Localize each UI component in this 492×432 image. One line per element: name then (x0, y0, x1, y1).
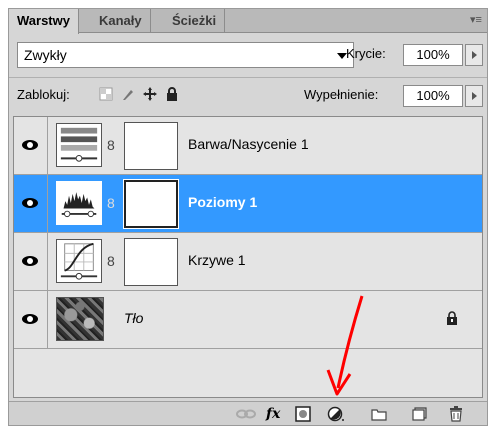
lock-position-move-icon[interactable] (143, 87, 157, 101)
fill-slider-button[interactable] (465, 85, 483, 107)
eye-icon (22, 256, 38, 266)
add-mask-icon[interactable] (295, 406, 311, 422)
layers-panel: Warstwy Kanały Ścieżki ▾≡ Zwykły Krycie:… (8, 8, 488, 426)
new-adjustment-layer-icon[interactable] (327, 406, 345, 422)
layer-row-selected[interactable]: 8 Poziomy 1 (14, 175, 482, 233)
visibility-toggle[interactable] (14, 175, 48, 232)
new-layer-icon[interactable] (411, 406, 427, 422)
layers-list: 8 Barwa/Nasycenie 1 8 Poziomy 1 8 Krzywe… (13, 116, 483, 398)
hue-saturation-icon (56, 123, 102, 167)
opacity-field[interactable]: 100% (403, 44, 463, 66)
eye-icon (22, 198, 38, 208)
fill-label: Wypełnienie: (304, 87, 379, 102)
link-icon[interactable] (235, 406, 257, 422)
background-thumbnail (56, 297, 104, 341)
blend-mode-select[interactable]: Zwykły (17, 42, 354, 68)
trash-icon[interactable] (449, 406, 463, 422)
curves-icon (56, 239, 102, 283)
layer-name[interactable]: Krzywe 1 (188, 252, 246, 268)
lock-pixels-brush-icon[interactable] (121, 87, 135, 101)
opacity-slider-button[interactable] (465, 44, 483, 66)
blend-mode-value: Zwykły (24, 47, 67, 63)
tab-warstwy[interactable]: Warstwy (9, 9, 79, 34)
lock-all-icon[interactable] (165, 87, 179, 101)
layer-mask-thumbnail[interactable] (123, 179, 179, 229)
layer-mask-thumbnail[interactable] (124, 122, 178, 170)
layer-mask-thumbnail[interactable] (124, 238, 178, 286)
layers-toolbar: fx (9, 401, 487, 425)
layer-name[interactable]: Poziomy 1 (188, 194, 257, 210)
layer-row[interactable]: 8 Krzywe 1 (14, 233, 482, 291)
layer-row-background[interactable]: Tło (14, 291, 482, 349)
lock-icon (447, 311, 457, 325)
visibility-toggle[interactable] (14, 291, 48, 348)
link-icon[interactable]: 8 (107, 194, 117, 212)
opacity-label: Krycie: (346, 46, 386, 61)
tab-kanaly[interactable]: Kanały (91, 9, 151, 33)
fx-icon[interactable]: fx (266, 406, 280, 422)
visibility-toggle[interactable] (14, 233, 48, 290)
divider (9, 77, 487, 78)
layer-name[interactable]: Tło (124, 310, 143, 326)
eye-icon (22, 140, 38, 150)
link-icon[interactable]: 8 (107, 252, 117, 270)
visibility-toggle[interactable] (14, 117, 48, 174)
lock-transparency-icon[interactable] (99, 87, 113, 101)
lock-label: Zablokuj: (17, 87, 70, 102)
link-icon[interactable]: 8 (107, 136, 117, 154)
eye-icon (22, 314, 38, 324)
layer-name[interactable]: Barwa/Nasycenie 1 (188, 136, 309, 152)
levels-icon (56, 181, 102, 225)
panel-menu-icon[interactable]: ▾≡ (467, 12, 485, 28)
layer-row[interactable]: 8 Barwa/Nasycenie 1 (14, 117, 482, 175)
new-group-icon[interactable] (371, 406, 387, 422)
tab-bar: Warstwy Kanały Ścieżki ▾≡ (9, 9, 487, 34)
fill-field[interactable]: 100% (403, 85, 463, 107)
tab-sciezki[interactable]: Ścieżki (164, 9, 226, 33)
